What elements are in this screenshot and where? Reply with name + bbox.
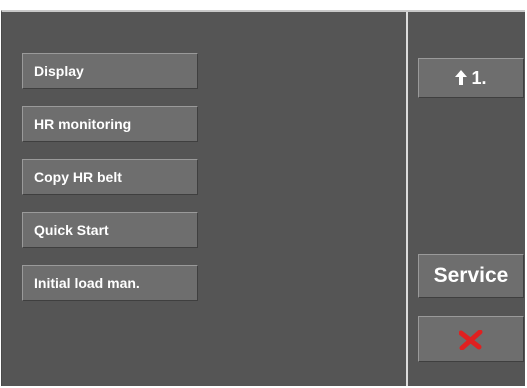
initial-load-man-button[interactable]: Initial load man.: [22, 265, 198, 301]
close-x-icon: [459, 330, 483, 350]
service-button[interactable]: Service: [418, 254, 524, 298]
quick-start-button[interactable]: Quick Start: [22, 212, 198, 248]
copy-hr-belt-button[interactable]: Copy HR belt: [22, 159, 198, 195]
display-button[interactable]: Display: [22, 53, 198, 89]
page-number-label: 1.: [471, 68, 487, 88]
close-button[interactable]: [418, 316, 524, 362]
screen: Display HR monitoring Copy HR belt Quick…: [0, 0, 527, 388]
arrow-up-icon: [455, 60, 468, 98]
panel-divider: [406, 12, 408, 386]
hr-monitoring-button[interactable]: HR monitoring: [22, 106, 198, 142]
page-up-button[interactable]: 1.: [418, 58, 524, 98]
